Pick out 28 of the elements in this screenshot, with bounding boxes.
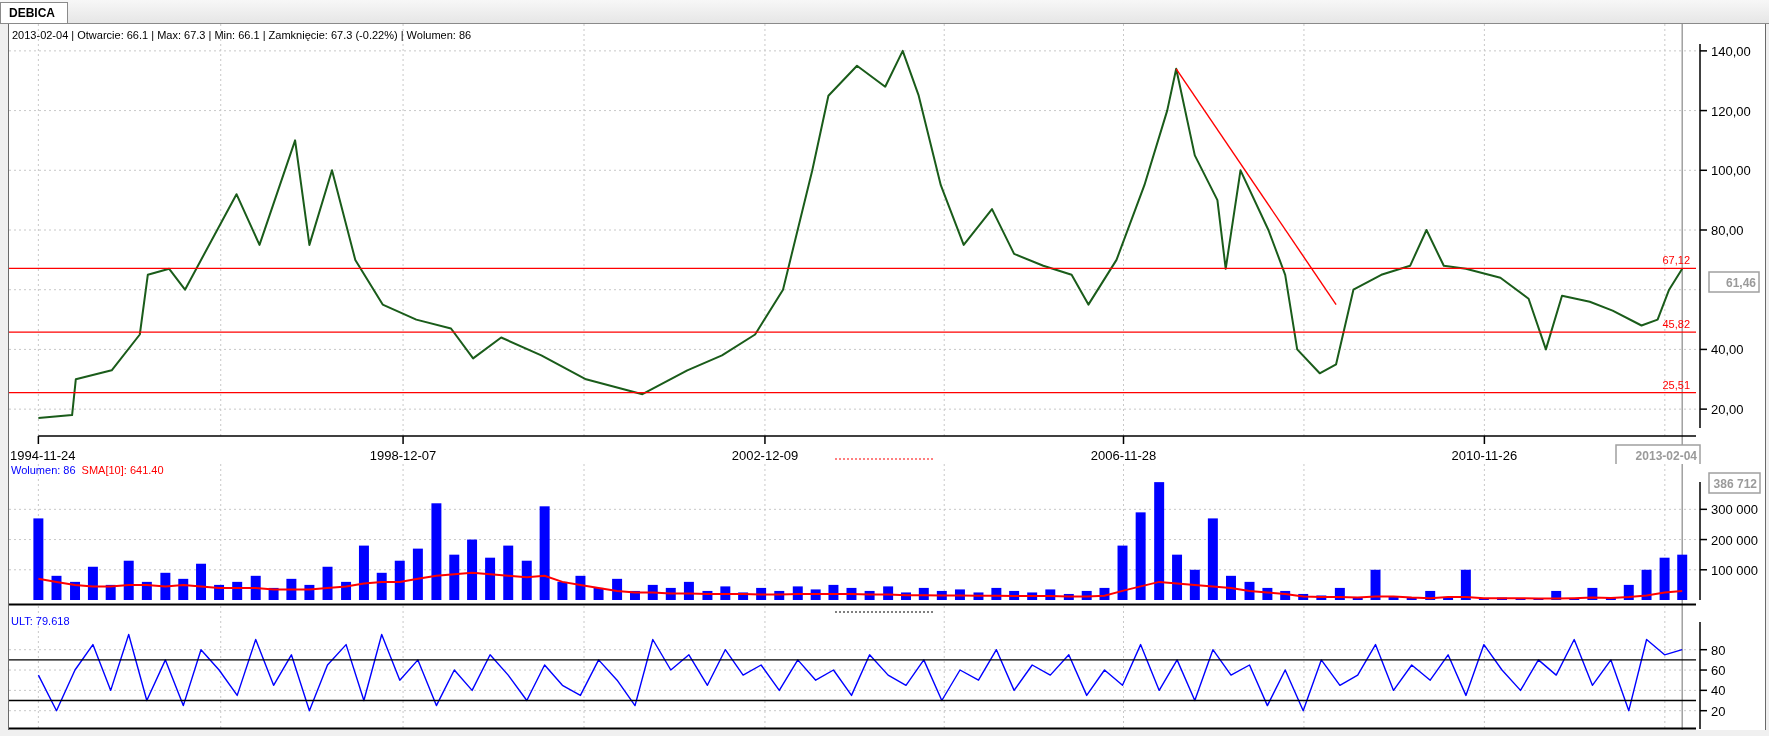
level-label: 45,82 [1662, 318, 1690, 331]
axis-label: 100,00 [1711, 163, 1751, 179]
axis-label: 80,00 [1711, 223, 1744, 238]
date-label: 2006-11-28 [1090, 448, 1157, 463]
date-label: 2002-12-09 [731, 448, 799, 463]
cursor-value-label: 61,46 [1708, 271, 1760, 293]
legend-label: ULT: 79.618 [11, 615, 70, 627]
ohlc-info-text: 2013-02-04 | Otwarcie: 66.1 | Max: 67.3 | Min: 66.1 | Zamknięcie: 67.3 (-0.22%) | Wolumen: 86 [12, 29, 472, 41]
axis-label: 120,00 [1711, 103, 1751, 119]
axis-label: 80 [1711, 642, 1726, 658]
date-label: 2010-11-26 [1451, 448, 1518, 463]
cursor-date-label: 2013-02-04 [1615, 444, 1701, 464]
axis-label: 100 000 [1711, 562, 1758, 578]
level-label: 67,12 [1662, 254, 1690, 267]
axis-label: 40,00 [1711, 342, 1744, 358]
legend-label: SMA[10]: 641.40 [81, 464, 164, 476]
axis-label: 300 000 [1711, 502, 1758, 518]
axis-label: 20 [1711, 703, 1726, 719]
axis-label: 60 [1711, 663, 1726, 679]
axis-label: 200 000 [1711, 532, 1758, 548]
legend-label: Wolumen: 86 [11, 464, 76, 476]
axis-label: 140,00 [1711, 43, 1751, 59]
date-label: 1998-12-07 [369, 448, 437, 463]
level-label: 25,51 [1662, 378, 1690, 391]
cursor-value-label: 386 712 [1708, 472, 1761, 494]
date-label: 1994-11-24 [10, 448, 76, 463]
axis-label: 20,00 [1711, 402, 1744, 418]
axis-label: 40 [1711, 683, 1726, 699]
